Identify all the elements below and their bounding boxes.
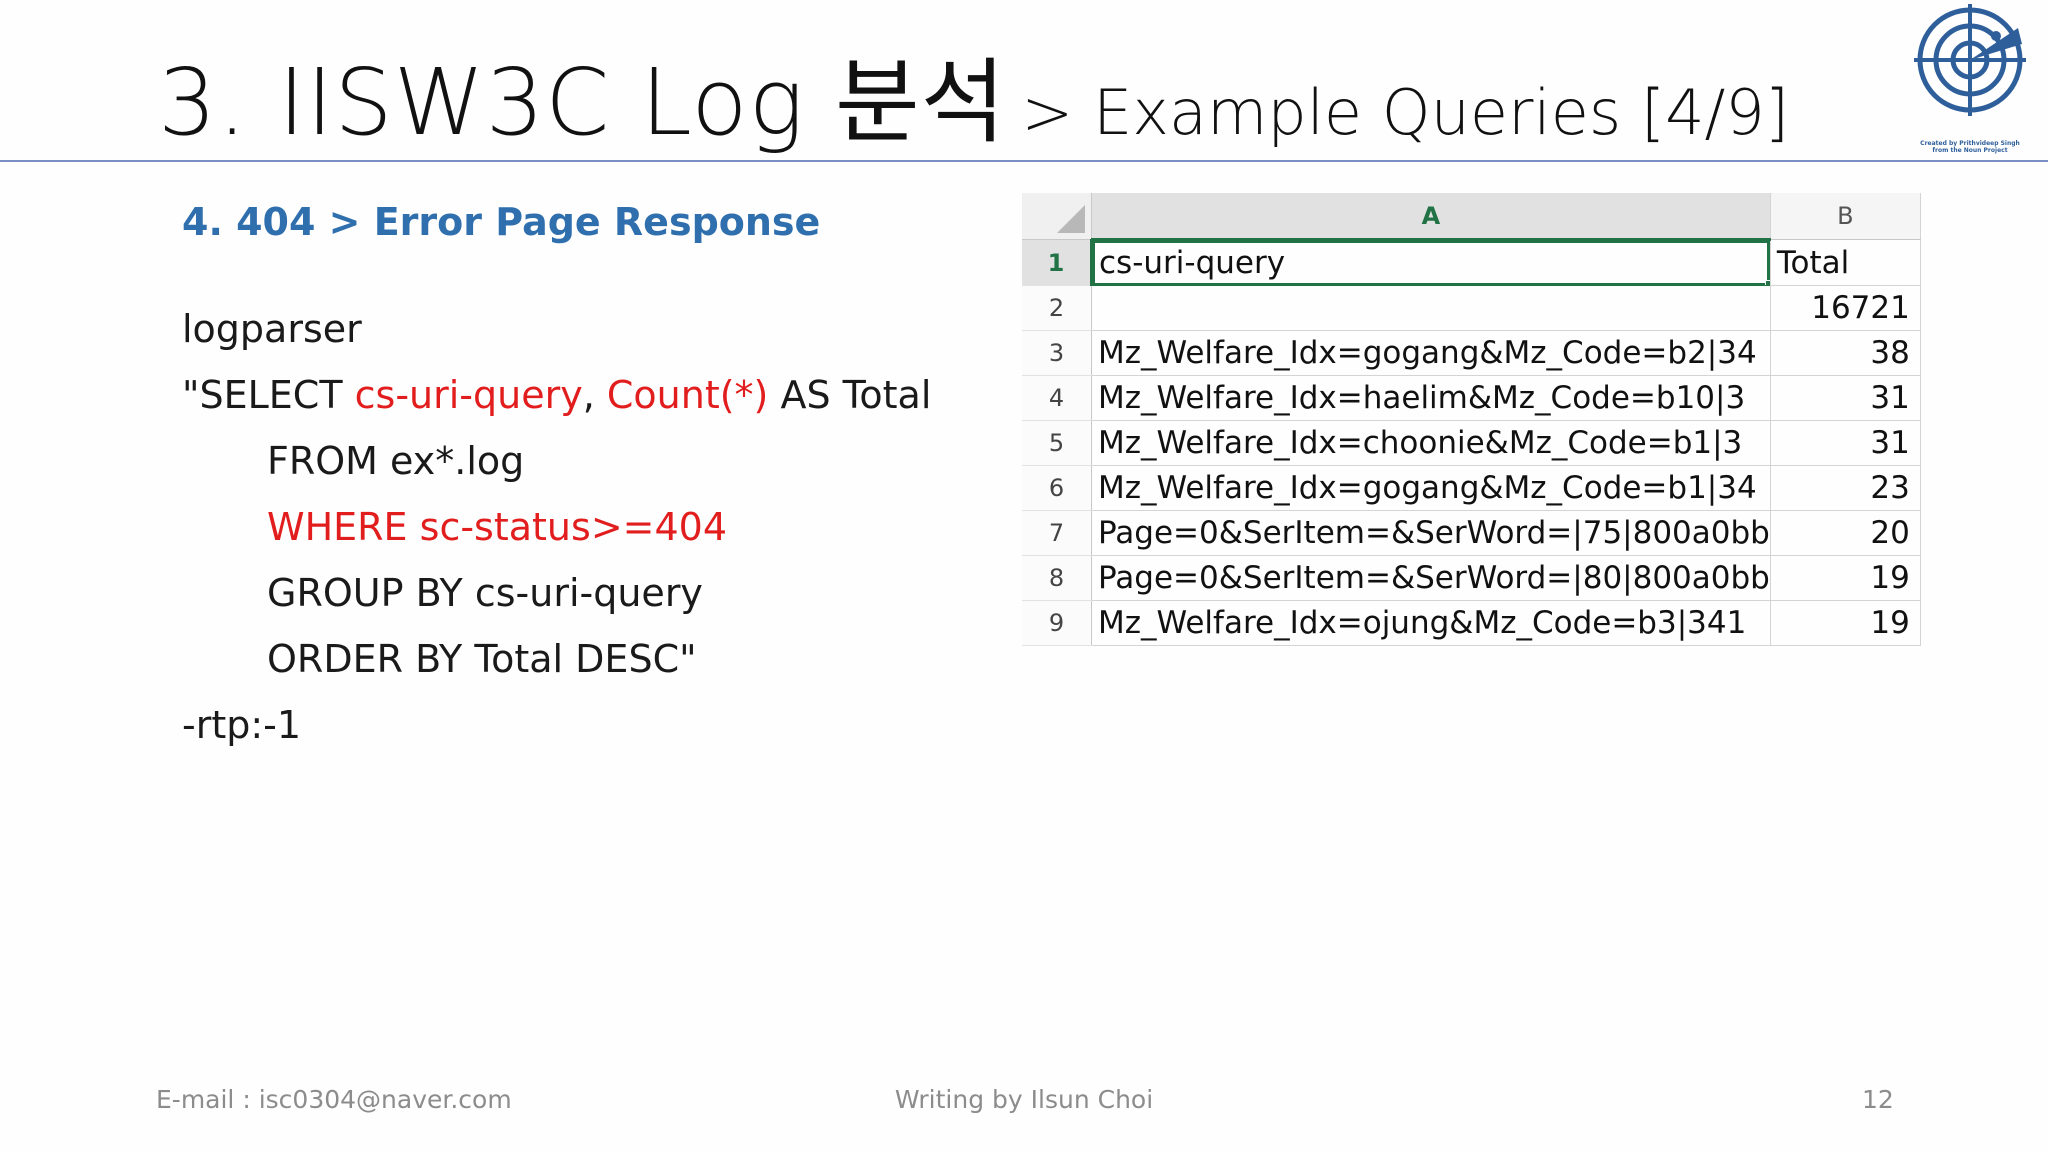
column-header-a[interactable]: A	[1091, 193, 1771, 241]
logo: Created by Prithvideep Singh from the No…	[1910, 4, 2030, 154]
radar-target-icon	[1914, 4, 2026, 116]
row-header[interactable]: 2	[1022, 285, 1092, 331]
table-cell[interactable]: Page=0&SerItem=&SerWord=|80|800a0bb	[1091, 555, 1771, 601]
query-highlight: Count(*)	[606, 373, 769, 417]
table-cell[interactable]: 16721	[1770, 285, 1921, 331]
table-cell[interactable]: 19	[1770, 600, 1921, 646]
query-block: logparser "SELECT cs-uri-query, Count(*)…	[182, 296, 931, 758]
table-cell[interactable]: 31	[1770, 375, 1921, 421]
row-header[interactable]: 5	[1022, 420, 1092, 466]
logo-caption-line1: Created by Prithvideep Singh	[1920, 140, 2020, 147]
table-cell[interactable]: 23	[1770, 465, 1921, 511]
table-cell[interactable]: Mz_Welfare_Idx=gogang&Mz_Code=b2|34	[1091, 330, 1771, 376]
row-header[interactable]: 3	[1022, 330, 1092, 376]
query-line: GROUP BY cs-uri-query	[267, 571, 703, 615]
query-line: ORDER BY Total DESC"	[267, 637, 697, 681]
cell-text: cs-uri-query	[1099, 245, 1286, 281]
table-cell[interactable]: Total	[1770, 239, 1921, 286]
table-cell[interactable]: Mz_Welfare_Idx=choonie&Mz_Code=b1|3	[1091, 420, 1771, 466]
row-header[interactable]: 1	[1022, 239, 1093, 286]
table-cell[interactable]: Mz_Welfare_Idx=ojung&Mz_Code=b3|341	[1091, 600, 1771, 646]
row-header[interactable]: 7	[1022, 510, 1092, 556]
table-cell[interactable]: 19	[1770, 555, 1921, 601]
spreadsheet-screenshot: A B 1 cs-uri-query Total 2 16721 3 Mz_We…	[1022, 193, 1921, 646]
row-header[interactable]: 6	[1022, 465, 1092, 511]
table-cell[interactable]: Mz_Welfare_Idx=haelim&Mz_Code=b10|3	[1091, 375, 1771, 421]
query-line-highlight: WHERE sc-status>=404	[267, 505, 728, 549]
query-text: AS Total	[768, 373, 932, 417]
table-cell[interactable]: 31	[1770, 420, 1921, 466]
select-all-corner[interactable]	[1022, 193, 1092, 240]
section-heading: 4. 404 > Error Page Response	[182, 200, 821, 244]
query-line: -rtp:-1	[182, 703, 302, 747]
title-divider	[0, 160, 2048, 162]
table-cell[interactable]: Mz_Welfare_Idx=gogang&Mz_Code=b1|34	[1091, 465, 1771, 511]
query-line: FROM ex*.log	[267, 439, 525, 483]
footer-author: Writing by Ilsun Choi	[894, 1085, 1154, 1114]
column-header-b[interactable]: B	[1770, 193, 1921, 240]
row-header[interactable]: 9	[1022, 600, 1092, 646]
table-cell[interactable]: 38	[1770, 330, 1921, 376]
query-line: logparser	[182, 307, 362, 351]
table-cell[interactable]: 20	[1770, 510, 1921, 556]
title-sub: > Example Queries [4/9]	[1021, 76, 1790, 149]
table-cell[interactable]: Page=0&SerItem=&SerWord=|75|800a0bb	[1091, 510, 1771, 556]
fill-handle[interactable]	[1764, 280, 1770, 285]
logo-caption-line2: from the Noun Project	[1932, 147, 2008, 154]
row-header[interactable]: 8	[1022, 555, 1092, 601]
logo-caption: Created by Prithvideep Singh from the No…	[1910, 140, 2030, 154]
slide-title: 3. IISW3C Log 분석 > Example Queries [4/9]	[158, 28, 1789, 161]
active-cell[interactable]: cs-uri-query	[1091, 239, 1771, 286]
query-highlight: cs-uri-query	[354, 373, 583, 417]
query-text: "SELECT	[182, 373, 355, 417]
title-main: 3. IISW3C Log 분석	[158, 49, 1007, 156]
query-text: ,	[582, 373, 607, 417]
page-number: 12	[1862, 1085, 1894, 1114]
table-cell[interactable]	[1091, 285, 1771, 331]
row-header[interactable]: 4	[1022, 375, 1092, 421]
query-line: "SELECT cs-uri-query, Count(*) AS Total	[182, 362, 931, 428]
